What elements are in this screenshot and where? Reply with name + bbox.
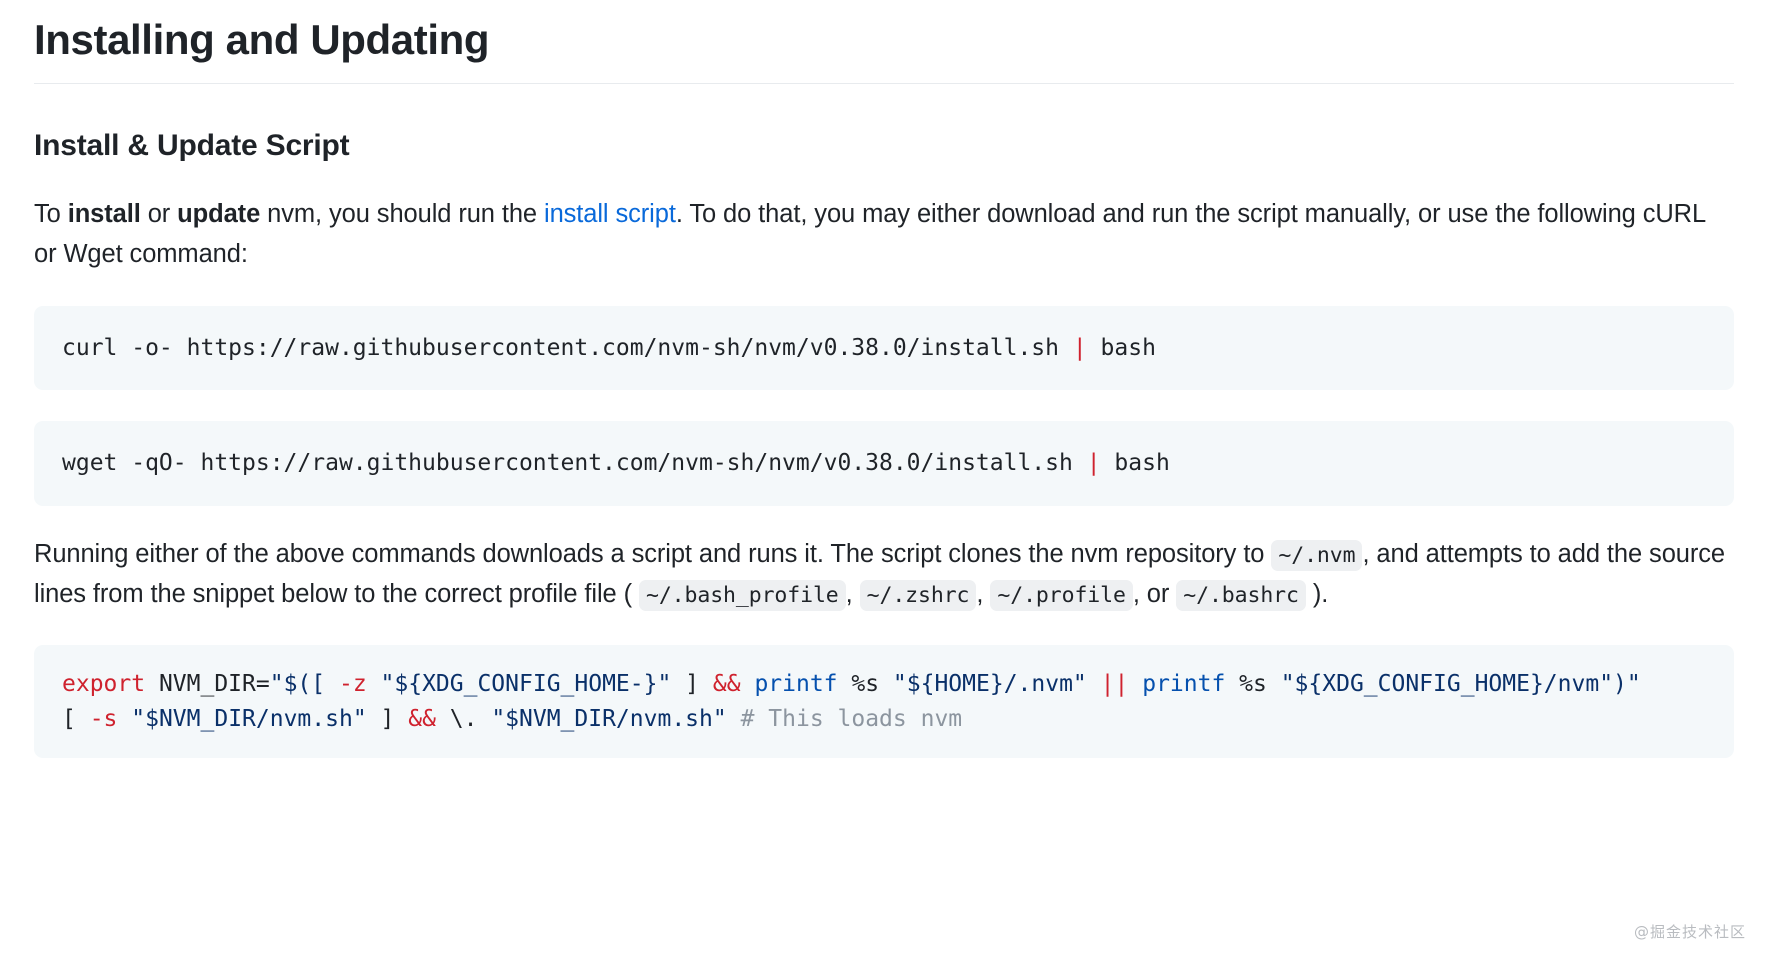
code-token: &&	[408, 705, 436, 732]
intro-text-3: nvm, you should run the	[260, 200, 544, 228]
code-token: export	[62, 671, 146, 698]
inline-code-nvm-dir: ~/.nvm	[1271, 539, 1363, 571]
intro-paragraph: To install or update nvm, you should run…	[34, 194, 1734, 275]
code-token: |	[1086, 450, 1101, 477]
code-token: "${XDG_CONFIG_HOME}/nvm")"	[1280, 671, 1641, 698]
install-script-link[interactable]: install script	[544, 200, 676, 228]
code-token: ||	[1100, 671, 1129, 698]
intro-bold-update: update	[177, 200, 261, 228]
code-token: |	[1072, 334, 1087, 361]
code-token: "$NVM_DIR/nvm.sh"	[491, 705, 727, 732]
code-token: "$NVM_DIR/nvm.sh"	[131, 705, 367, 732]
code-line: wget -qO- https://raw.githubusercontent.…	[62, 446, 1706, 481]
code-token: bash	[1100, 450, 1170, 477]
code-line: [ -s "$NVM_DIR/nvm.sh" ] && \. "$NVM_DIR…	[62, 702, 1706, 737]
running-text-4: ,	[976, 579, 991, 608]
code-token: ]	[366, 705, 409, 732]
code-token: %s	[1225, 671, 1281, 698]
code-token: \.	[435, 705, 492, 732]
intro-text-1: To	[34, 200, 68, 228]
intro-bold-install: install	[67, 200, 141, 228]
section-heading-install-update-script: Install & Update Script	[34, 128, 350, 162]
code-token: ]	[671, 671, 713, 698]
code-token: wget -qO- https://raw.githubusercontent.…	[62, 450, 1087, 477]
code-token: bash	[1086, 334, 1156, 361]
code-token: # This loads nvm	[740, 705, 963, 732]
inline-code-profile: ~/.profile	[990, 579, 1133, 611]
code-token: printf	[754, 671, 838, 698]
inline-code-zshrc: ~/.zshrc	[859, 579, 977, 611]
document-page: Installing and Updating Install & Update…	[0, 0, 1768, 956]
code-token: curl -o- https://raw.githubusercontent.c…	[62, 334, 1073, 361]
running-text-6: ).	[1305, 579, 1329, 608]
intro-text-2: or	[140, 200, 178, 228]
code-block-curl-command[interactable]: curl -o- https://raw.githubusercontent.c…	[34, 305, 1734, 391]
inline-code-bash-profile: ~/.bash_profile	[638, 579, 846, 611]
running-text-1: Running either of the above commands dow…	[34, 539, 1272, 568]
watermark: @掘金技术社区	[1633, 923, 1746, 941]
inline-code-bashrc: ~/.bashrc	[1176, 579, 1306, 611]
running-paragraph: Running either of the above commands dow…	[34, 534, 1734, 615]
code-token: "${HOME}/.nvm"	[892, 671, 1087, 698]
running-text-5: , or	[1132, 579, 1177, 608]
code-token: "${XDG_CONFIG_HOME-}"	[380, 671, 672, 698]
code-block-nvm-profile-snippet[interactable]: export NVM_DIR="$([ -z "${XDG_CONFIG_HOM…	[34, 645, 1734, 759]
code-line: export NVM_DIR="$([ -z "${XDG_CONFIG_HOM…	[62, 667, 1706, 702]
running-text-3: ,	[845, 579, 860, 608]
code-token: -z	[338, 671, 367, 698]
code-token: "$([	[269, 671, 339, 698]
code-token: printf	[1142, 671, 1226, 698]
code-token: -s	[89, 705, 118, 732]
code-token: [	[62, 705, 90, 732]
page-title: Installing and Updating	[34, 14, 1734, 84]
code-token: &&	[712, 671, 741, 698]
code-line: curl -o- https://raw.githubusercontent.c…	[62, 331, 1706, 366]
code-block-wget-command[interactable]: wget -qO- https://raw.githubusercontent.…	[34, 421, 1734, 506]
code-token: NVM_DIR=	[145, 671, 270, 698]
code-token: %s	[837, 671, 893, 698]
